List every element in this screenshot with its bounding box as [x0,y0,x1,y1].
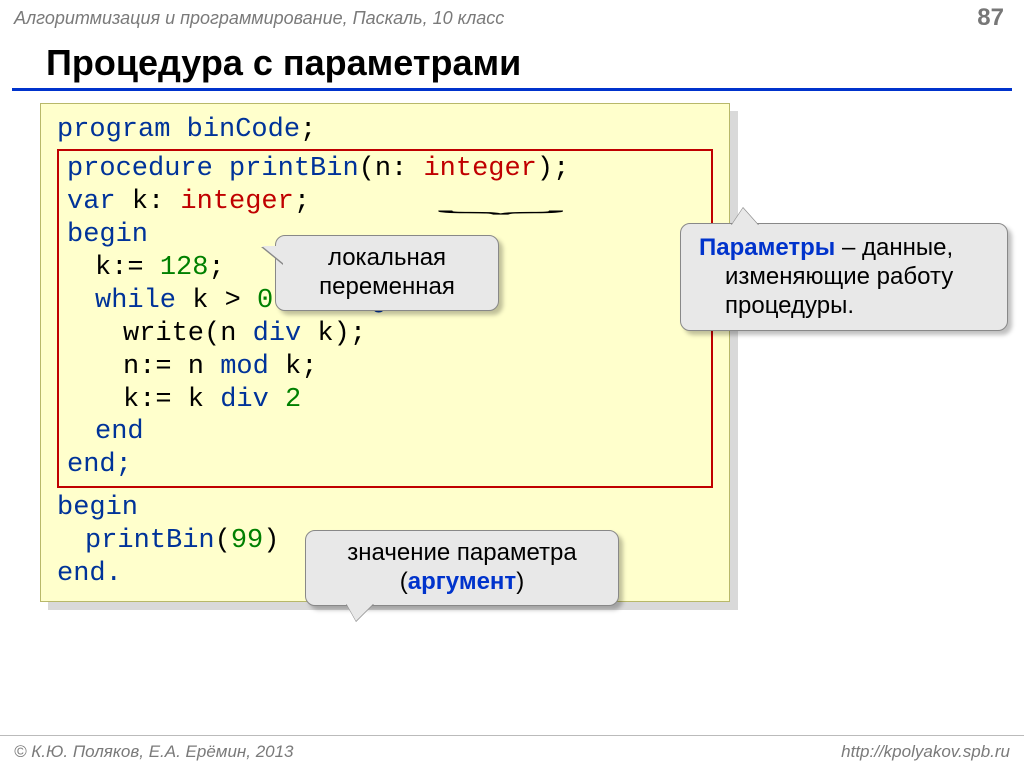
callout-argument: значение параметра (аргумент) [305,530,619,606]
callout-tail-icon [346,603,374,621]
callout-tail-icon [731,208,759,226]
code-line-3: var k: integer; [67,186,703,219]
callout-local-var: локальная переменная [275,235,499,311]
callout-parameters: Параметры – данные, изменяющие работу пр… [680,223,1008,331]
header: Алгоритмизация и программирование, Паска… [0,0,1024,34]
callout-local-var-text: локальная переменная [319,244,455,300]
slide: Алгоритмизация и программирование, Паска… [0,0,1024,768]
callout-argument-term: аргумент [408,568,516,595]
code-line-7: write(n div k); [67,318,703,351]
code-line-12: begin [57,492,713,525]
code-line-11: end; [67,449,703,482]
slide-title: Процедура с параметрами [12,34,1012,91]
code-block-body: program binCode; procedure printBin(n: i… [40,103,730,602]
callout-argument-line1: значение параметра [347,539,576,566]
footer-url: http://kpolyakov.spb.ru [841,742,1010,762]
procedure-box: procedure printBin(n: integer); var k: i… [57,149,713,488]
callout-parameters-rest: изменяющие работу процедуры. [699,263,989,321]
code-line-9: k:= k div 2 [67,384,703,417]
code-line-2: procedure printBin(n: integer); [67,153,703,186]
code-line-8: n:= n mod k; [67,351,703,384]
code-block: program binCode; procedure printBin(n: i… [40,103,730,602]
page-number: 87 [977,4,1010,32]
callout-parameters-term: Параметры [699,234,835,261]
footer: © К.Ю. Поляков, Е.А. Ерёмин, 2013 http:/… [0,735,1024,768]
course-label: Алгоритмизация и программирование, Паска… [14,8,504,29]
callout-tail-icon [262,246,284,264]
footer-copyright: © К.Ю. Поляков, Е.А. Ерёмин, 2013 [14,742,294,762]
code-line-1: program binCode; [57,114,713,147]
code-line-10: end [67,416,703,449]
